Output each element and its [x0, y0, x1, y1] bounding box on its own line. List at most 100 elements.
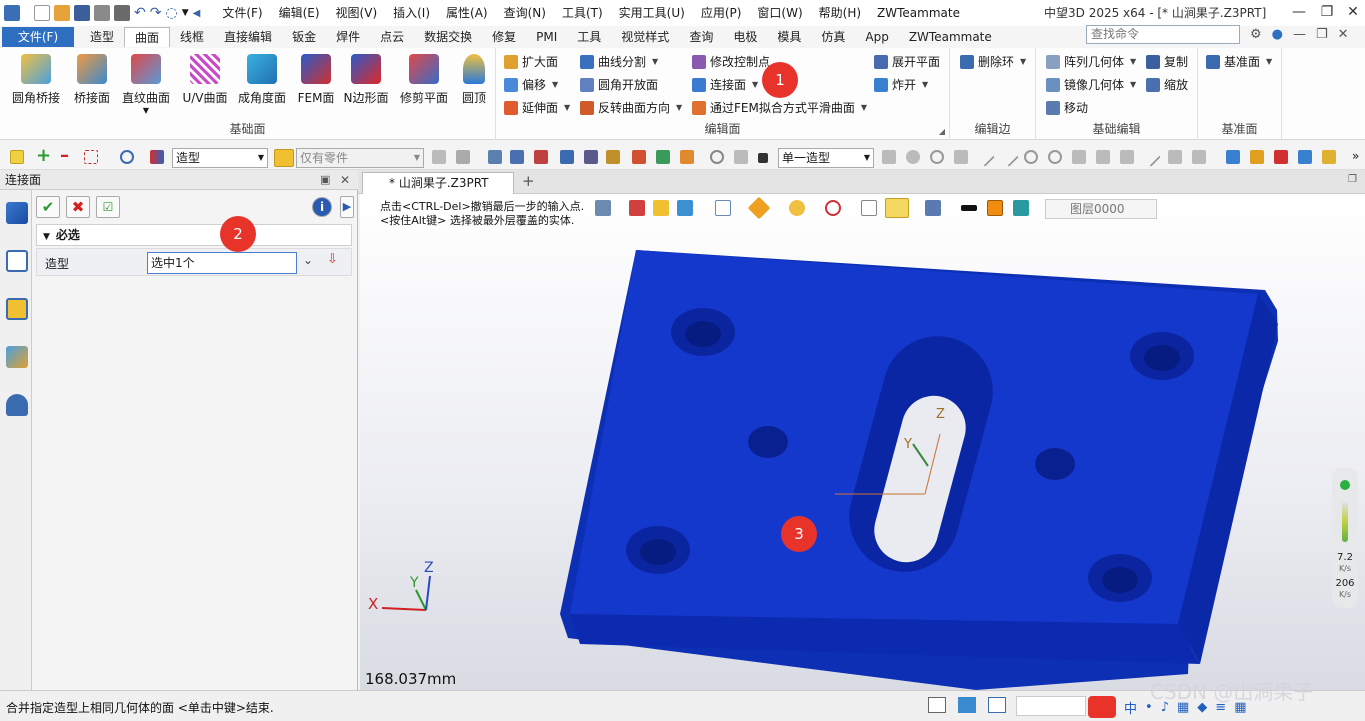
- lasso-select-icon[interactable]: [120, 150, 134, 164]
- status-icon-3[interactable]: [988, 697, 1006, 713]
- menu-zwteammate[interactable]: ZWTeammate: [869, 0, 968, 26]
- light-icon[interactable]: [1250, 150, 1264, 164]
- ime-language[interactable]: 中: [1124, 698, 1137, 717]
- tab-visual-style[interactable]: 视觉样式: [611, 27, 679, 47]
- select-pointer-icon[interactable]: [10, 150, 24, 164]
- wire-box-icon[interactable]: [715, 200, 731, 216]
- tab-pmi[interactable]: PMI: [526, 27, 567, 47]
- offset-button[interactable]: 偏移 ▼: [504, 75, 558, 95]
- arc-icon[interactable]: [1120, 150, 1134, 164]
- filter-dropdown[interactable]: 造型 ▼: [172, 148, 268, 168]
- status-input[interactable]: [1016, 696, 1086, 716]
- doc-maximize-icon[interactable]: ❐: [1348, 174, 1357, 185]
- 3d-viewport[interactable]: Z Y 点击<CTRL-Del>撤销最后一步的输入点. <按住Alt键> 选择被…: [360, 194, 1365, 690]
- dialog-launcher-icon[interactable]: ◢: [939, 127, 945, 136]
- apply-button[interactable]: ☑: [96, 196, 120, 218]
- tab-zwteammate[interactable]: ZWTeammate: [899, 27, 1002, 47]
- curve-icon-2[interactable]: [1096, 150, 1110, 164]
- layer-dropdown[interactable]: 图层0000: [1045, 199, 1157, 219]
- face-color-swatch[interactable]: [987, 200, 1003, 216]
- extend-surface-button[interactable]: 扩大面: [504, 52, 558, 72]
- tool-icon-f[interactable]: [1192, 150, 1206, 164]
- ribbon-minimize-icon[interactable]: —: [1293, 27, 1306, 42]
- tab-modeling[interactable]: 造型: [80, 27, 124, 47]
- render-mode-icon[interactable]: [789, 200, 805, 216]
- undo-icon[interactable]: ↶: [134, 5, 146, 21]
- view-icon-1[interactable]: [488, 150, 502, 164]
- datum-plane-button[interactable]: 基准面 ▼: [1206, 52, 1272, 72]
- tool-icon-a[interactable]: [882, 150, 896, 164]
- tab-wireframe[interactable]: 线框: [170, 27, 214, 47]
- line-color-swatch[interactable]: [961, 205, 977, 211]
- snap-icon[interactable]: [432, 150, 446, 164]
- status-icon-1[interactable]: [928, 697, 946, 713]
- new-file-icon[interactable]: [34, 5, 50, 21]
- tab-app[interactable]: App: [855, 27, 898, 47]
- print-icon[interactable]: [94, 5, 110, 21]
- background-icon[interactable]: [925, 200, 941, 216]
- remove-icon[interactable]: –: [60, 147, 74, 165]
- cube-icon[interactable]: [1226, 150, 1240, 164]
- fem-surface-button[interactable]: FEM面: [288, 52, 344, 106]
- document-tab[interactable]: * 山涧果子.Z3PRT: [362, 172, 514, 194]
- render-icon[interactable]: [1298, 150, 1312, 164]
- mirror-geometry-button[interactable]: 镜像几何体 ▼: [1046, 75, 1136, 95]
- tab-simulation[interactable]: 仿真: [811, 27, 855, 47]
- redo-icon[interactable]: ↷: [150, 5, 162, 21]
- toolbar-overflow-icon[interactable]: »: [1352, 149, 1359, 163]
- uv-surface-button[interactable]: U/V曲面: [177, 52, 233, 106]
- n-sided-surface-button[interactable]: N边形面: [338, 52, 394, 106]
- menu-query[interactable]: 查询(N): [496, 0, 554, 26]
- new-tab-icon[interactable]: +: [522, 172, 535, 190]
- view-icon-2[interactable]: [510, 150, 524, 164]
- fillet-bridge-button[interactable]: 圆角桥接: [8, 52, 64, 106]
- tool-icon-c[interactable]: [930, 150, 944, 164]
- regen-icon[interactable]: ◌: [165, 5, 177, 21]
- line-icon-2[interactable]: [999, 147, 1019, 167]
- menu-edit[interactable]: 编辑(E): [271, 0, 328, 26]
- tab-direct-edit[interactable]: 直接编辑: [214, 27, 282, 47]
- pen-icon[interactable]: [629, 200, 645, 216]
- expand-options-icon[interactable]: ⌄: [303, 253, 313, 267]
- menu-apps[interactable]: 应用(P): [693, 0, 750, 26]
- image-icon[interactable]: [6, 346, 28, 368]
- tab-file[interactable]: 文件(F): [2, 27, 74, 47]
- ribbon-restore-icon[interactable]: ❐: [1316, 27, 1328, 42]
- line-icon-3[interactable]: [1141, 147, 1161, 167]
- explode-button[interactable]: 炸开 ▼: [874, 75, 928, 95]
- scope-dropdown[interactable]: 仅有零件 ▼: [296, 148, 424, 168]
- tab-weldment[interactable]: 焊件: [326, 27, 370, 47]
- ime-logo-icon[interactable]: [1088, 696, 1116, 718]
- assembly-tree-icon[interactable]: [6, 250, 28, 272]
- status-icon-2[interactable]: [958, 697, 976, 713]
- tab-data-exchange[interactable]: 数据交换: [414, 27, 482, 47]
- view-icon-5[interactable]: [584, 150, 598, 164]
- view-orient-icon[interactable]: [595, 200, 611, 216]
- blue-box-icon[interactable]: [677, 200, 693, 216]
- tab-mold[interactable]: 模具: [767, 27, 811, 47]
- menu-file[interactable]: 文件(F): [214, 0, 270, 26]
- tab-pointcloud[interactable]: 点云: [370, 27, 414, 47]
- tool-icon-b[interactable]: [906, 150, 920, 164]
- ribbon-close-icon[interactable]: ✕: [1338, 27, 1349, 42]
- cancel-button[interactable]: ✖: [66, 196, 90, 218]
- view-icon-7[interactable]: [632, 150, 646, 164]
- menu-help[interactable]: 帮助(H): [811, 0, 869, 26]
- material-icon[interactable]: [1274, 150, 1288, 164]
- curve-split-button[interactable]: 曲线分割 ▼: [580, 52, 658, 72]
- reverse-direction-button[interactable]: 反转曲面方向 ▼: [580, 98, 682, 118]
- fillet-open-face-button[interactable]: 圆角开放面: [580, 75, 658, 95]
- menu-insert[interactable]: 插入(I): [385, 0, 438, 26]
- line-icon[interactable]: [975, 147, 995, 167]
- user-icon[interactable]: [6, 394, 28, 416]
- info-icon[interactable]: i: [312, 197, 332, 217]
- tool-icon-d[interactable]: [954, 150, 968, 164]
- shaded-box-icon[interactable]: [653, 200, 669, 216]
- add-icon[interactable]: +: [36, 147, 51, 165]
- open-folder-icon[interactable]: [54, 5, 70, 21]
- unfold-plane-button[interactable]: 展开平面: [874, 52, 940, 72]
- target-icon[interactable]: [825, 200, 841, 216]
- help-icon[interactable]: ●: [1272, 27, 1283, 42]
- filter-icon[interactable]: [150, 150, 164, 164]
- pattern-geometry-button[interactable]: 阵列几何体 ▼: [1046, 52, 1136, 72]
